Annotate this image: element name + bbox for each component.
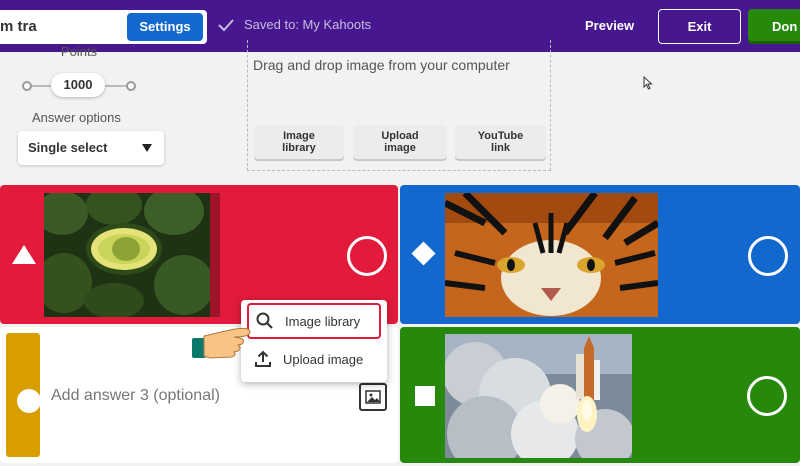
answer-4-image[interactable] [445,334,632,458]
settings-button[interactable]: Settings [127,13,203,41]
avocado-image [44,193,214,317]
exit-button[interactable]: Exit [658,9,741,44]
answer-2-tile[interactable] [400,185,800,324]
circle-icon [17,389,41,413]
image-source-menu: Image library Upload image [241,300,387,382]
square-icon [415,386,435,406]
answer-options-select[interactable]: Single select [18,131,164,165]
upload-image-button[interactable]: Upload image [353,125,447,159]
answer-1-correct-toggle[interactable] [347,236,387,276]
rocket-launch-image [445,334,632,458]
menu-item-image-library-label: Image library [285,313,361,329]
answer-1-image[interactable] [44,193,220,317]
answer-4-tile[interactable] [400,327,800,463]
upload-icon [255,350,271,367]
done-button[interactable]: Don [748,9,800,44]
checkmark-icon [218,18,234,31]
add-image-button[interactable] [359,383,387,411]
preview-button[interactable]: Preview [585,18,634,33]
pointing-hand-icon [192,327,251,359]
answer-2-image[interactable] [445,193,658,317]
upload-image-button-label: Upload image [381,130,419,154]
answer-options-label: Answer options [32,110,121,125]
points-label: Points [60,44,98,58]
diamond-icon [411,241,436,266]
menu-item-image-library[interactable]: Image library [247,303,381,339]
saved-status-text: Saved to: My Kahoots [244,17,372,32]
saved-status: Saved to: My Kahoots [218,17,371,32]
answer-options-value: Single select [28,140,108,155]
drop-instructions: Drag and drop image from your computer [253,57,510,73]
menu-item-upload-image-label: Upload image [283,351,364,367]
kahoot-title-text: m tra [0,18,37,35]
answer-4-correct-toggle[interactable] [747,376,787,416]
search-icon [256,312,273,329]
points-slider-min-dot[interactable] [22,81,32,91]
kahoot-title-field[interactable]: m tra Settings [0,10,207,44]
youtube-link-button[interactable]: YouTube link [455,125,546,159]
media-drop-area[interactable]: Drag and drop image from your computer I… [247,40,551,171]
points-slider-max-dot[interactable] [126,81,136,91]
answer-3-input[interactable]: Add answer 3 (optional) [51,387,220,405]
answer-2-correct-toggle[interactable] [748,236,788,276]
answer-3-color-bar [6,333,41,457]
tiger-image [445,193,658,317]
caret-down-icon [142,144,152,152]
image-icon [365,390,381,404]
menu-item-upload-image[interactable]: Upload image [247,341,381,377]
triangle-icon [12,245,36,264]
mouse-cursor-icon [643,76,653,90]
image-library-button[interactable]: Image library [254,125,344,159]
image-library-button-label: Image library [282,130,316,154]
youtube-link-button-label: YouTube link [477,130,524,154]
points-value[interactable]: 1000 [51,73,105,97]
